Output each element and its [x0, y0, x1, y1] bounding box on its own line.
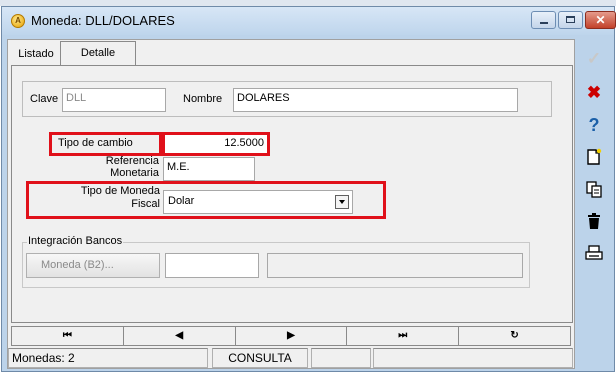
trash-icon: [588, 213, 600, 229]
clave-label: Clave: [30, 93, 59, 105]
tipo-moneda-label: Tipo de Moneda Fiscal: [52, 185, 160, 211]
record-navigator: ⏮ ◀ ▶ ⏭ ↻: [11, 326, 571, 346]
close-window-button[interactable]: ✕: [585, 11, 616, 29]
moneda-window: A Moneda: DLL/DOLARES ✕ Listado Detalle …: [1, 6, 616, 372]
last-record-button[interactable]: ⏭: [347, 327, 460, 345]
close-icon: ✕: [595, 13, 606, 27]
chevron-down-icon[interactable]: [335, 195, 349, 209]
referencia-field[interactable]: M.E.: [163, 157, 255, 181]
window-title: Moneda: DLL/DOLARES: [31, 13, 175, 28]
tipo-cambio-field[interactable]: 12.5000: [165, 135, 267, 153]
referencia-label-line1: Referencia: [105, 155, 159, 167]
status-cell-3: [311, 348, 371, 368]
minimize-icon: [540, 22, 548, 24]
status-bar: Monedas: 2 CONSULTA: [8, 348, 574, 368]
status-mode: CONSULTA: [212, 348, 308, 368]
new-document-icon: [587, 148, 602, 165]
help-button[interactable]: ?: [577, 111, 611, 139]
integracion-field-2[interactable]: [267, 253, 523, 278]
copy-icon: [586, 181, 602, 198]
side-toolbar: ✓ ✖ ?: [577, 39, 613, 369]
close-icon: ✖: [586, 83, 602, 102]
tab-detalle-label: Detalle: [80, 47, 116, 59]
moneda-b2-button[interactable]: Moneda (B2)...: [26, 253, 160, 278]
referencia-label-line2: Monetaria: [110, 167, 159, 179]
tipo-moneda-selected-value: Dolar: [168, 195, 195, 207]
check-icon: ✓: [586, 49, 602, 68]
tab-listado[interactable]: Listado: [10, 44, 62, 66]
nombre-label: Nombre: [183, 93, 223, 105]
first-record-button[interactable]: ⏮: [12, 327, 124, 345]
question-icon: ?: [588, 115, 600, 135]
copy-button[interactable]: [577, 175, 611, 203]
bottom-strip: [0, 372, 616, 379]
accept-button[interactable]: ✓: [577, 45, 611, 73]
tipo-cambio-label: Tipo de cambio: [58, 137, 133, 149]
refresh-button[interactable]: ↻: [459, 327, 570, 345]
tipo-moneda-label-line2: Fiscal: [131, 198, 160, 210]
tipo-moneda-label-line1: Tipo de Moneda: [80, 185, 160, 197]
print-button[interactable]: [577, 239, 611, 267]
minimize-button[interactable]: [531, 11, 556, 29]
app-icon: A: [11, 14, 25, 28]
tipo-moneda-select[interactable]: Dolar: [163, 190, 353, 214]
status-record-count: Monedas: 2: [8, 348, 208, 368]
prev-record-button[interactable]: ◀: [124, 327, 236, 345]
detalle-panel: Clave DLL Nombre DOLARES Tipo de cambio …: [11, 65, 573, 323]
nombre-field[interactable]: DOLARES: [233, 88, 518, 112]
printer-icon: [585, 245, 603, 260]
delete-button[interactable]: [577, 207, 611, 235]
title-bar[interactable]: A Moneda: DLL/DOLARES ✕: [2, 7, 616, 35]
integracion-field-1[interactable]: [165, 253, 259, 278]
next-record-button[interactable]: ▶: [236, 327, 348, 345]
tab-detalle[interactable]: Detalle: [60, 41, 136, 67]
clave-field[interactable]: DLL: [62, 88, 166, 112]
maximize-icon: [566, 16, 575, 23]
cancel-button[interactable]: ✖: [577, 79, 611, 107]
status-cell-4: [373, 348, 573, 368]
form-client-area: Listado Detalle Clave DLL Nombre DOLARES…: [7, 39, 575, 369]
maximize-button[interactable]: [558, 11, 583, 29]
integracion-bancos-label: Integración Bancos: [27, 235, 124, 247]
new-record-button[interactable]: [577, 143, 611, 171]
referencia-label: Referencia Monetaria: [89, 155, 159, 179]
